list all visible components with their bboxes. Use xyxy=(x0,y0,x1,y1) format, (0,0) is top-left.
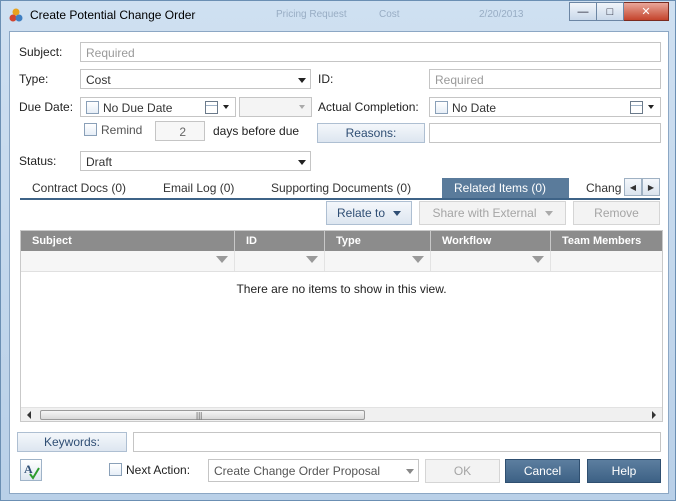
remind-label: Remind xyxy=(101,123,143,137)
actual-completion-label: Actual Completion: xyxy=(318,100,419,114)
minimize-button[interactable]: — xyxy=(569,2,597,21)
id-label: ID: xyxy=(318,72,334,86)
column-header-type[interactable]: Type xyxy=(325,231,431,251)
column-header-team-members[interactable]: Team Members xyxy=(551,231,662,251)
calendar-icon[interactable] xyxy=(630,101,643,114)
tab-scroll-left-icon[interactable]: ◀ xyxy=(624,178,642,196)
svg-text:A: A xyxy=(24,462,33,476)
due-date-label: Due Date: xyxy=(19,100,74,114)
status-value: Draft xyxy=(86,155,113,169)
related-items-grid: Subject ID Type Workflow Team Members Th… xyxy=(20,230,663,422)
filter-cell-workflow[interactable] xyxy=(431,251,551,271)
share-with-external-label: Share with External xyxy=(432,206,537,220)
window-title: Create Potential Change Order xyxy=(30,8,196,22)
filter-icon[interactable] xyxy=(216,256,228,263)
column-header-id[interactable]: ID xyxy=(235,231,325,251)
chevron-down-icon[interactable] xyxy=(648,105,654,109)
keywords-input[interactable] xyxy=(133,432,661,452)
dialog-body: Subject: Required Type: Cost ID: Require… xyxy=(9,31,669,494)
id-input[interactable]: Required xyxy=(429,69,661,89)
filter-icon[interactable] xyxy=(412,256,424,263)
spell-check-icon: A xyxy=(24,462,40,480)
due-date-value: No Due Date xyxy=(103,101,173,115)
next-action-checkbox-wrap[interactable]: Next Action: xyxy=(109,463,190,477)
close-button[interactable]: ✕ xyxy=(624,2,669,21)
actual-completion-checkbox[interactable] xyxy=(435,101,448,114)
background-text: 2/20/2013 xyxy=(479,9,524,20)
remove-button[interactable]: Remove xyxy=(573,201,660,225)
app-logo-icon xyxy=(9,8,23,22)
empty-grid-message: There are no items to show in this view. xyxy=(236,282,447,296)
subject-input[interactable]: Required xyxy=(80,42,661,62)
subject-label: Subject: xyxy=(19,45,63,59)
next-action-value: Create Change Order Proposal xyxy=(214,464,381,478)
background-text: Cost xyxy=(379,9,400,20)
horizontal-scrollbar[interactable]: ||| xyxy=(21,407,662,421)
reasons-input[interactable] xyxy=(429,123,661,143)
chevron-down-icon xyxy=(393,210,402,216)
spell-check-button[interactable]: A xyxy=(20,459,42,481)
help-button[interactable]: Help xyxy=(587,459,661,483)
type-dropdown[interactable]: Cost xyxy=(80,69,311,89)
calendar-icon[interactable] xyxy=(205,101,218,114)
remind-days-stepper[interactable]: 2 xyxy=(155,121,205,141)
relate-to-button[interactable]: Relate to xyxy=(326,201,412,225)
type-value: Cost xyxy=(86,73,111,87)
cancel-button[interactable]: Cancel xyxy=(505,459,580,483)
filter-cell-type[interactable] xyxy=(325,251,431,271)
due-time-dropdown[interactable] xyxy=(239,97,312,117)
actual-completion-picker[interactable]: No Date xyxy=(429,97,661,117)
tab-email-log[interactable]: Email Log (0) xyxy=(151,178,246,198)
filter-cell-id[interactable] xyxy=(235,251,325,271)
filter-row xyxy=(21,251,662,272)
filter-cell-subject[interactable] xyxy=(21,251,235,271)
due-date-picker[interactable]: No Due Date xyxy=(80,97,236,117)
grid-header: Subject ID Type Workflow Team Members xyxy=(21,231,662,251)
tab-supporting-documents[interactable]: Supporting Documents (0) xyxy=(259,178,423,198)
background-text: Pricing Request xyxy=(276,9,347,20)
remind-checkbox[interactable] xyxy=(84,123,97,136)
maximize-button[interactable]: □ xyxy=(597,2,624,21)
scroll-right-icon[interactable] xyxy=(652,411,656,419)
tab-scroll-right-icon[interactable]: ▶ xyxy=(642,178,660,196)
remind-suffix-label: days before due xyxy=(213,124,300,138)
chevron-down-icon xyxy=(544,210,553,216)
tab-strip: Contract Docs (0) Email Log (0) Supporti… xyxy=(20,178,660,200)
next-action-dropdown[interactable]: Create Change Order Proposal xyxy=(208,459,419,482)
column-header-workflow[interactable]: Workflow xyxy=(431,231,551,251)
chevron-down-icon xyxy=(298,78,306,83)
tab-related-items[interactable]: Related Items (0) xyxy=(442,178,569,198)
type-label: Type: xyxy=(19,72,49,86)
tab-contract-docs[interactable]: Contract Docs (0) xyxy=(20,178,138,198)
filter-cell-team-members[interactable] xyxy=(551,251,662,271)
grip-icon: ||| xyxy=(196,411,203,420)
scrollbar-thumb[interactable]: ||| xyxy=(40,410,365,420)
status-label: Status: xyxy=(19,154,57,168)
dialog-window: Create Potential Change Order Pricing Re… xyxy=(0,0,676,501)
filter-icon[interactable] xyxy=(306,256,318,263)
scroll-left-icon[interactable] xyxy=(27,411,31,419)
filter-icon[interactable] xyxy=(532,256,544,263)
keywords-button[interactable]: Keywords: xyxy=(17,432,127,452)
remind-days-value: 2 xyxy=(179,125,186,139)
chevron-down-icon[interactable] xyxy=(223,105,229,109)
ok-button[interactable]: OK xyxy=(425,459,500,483)
next-action-label: Next Action: xyxy=(126,463,191,477)
chevron-down-icon xyxy=(406,469,414,474)
reasons-button[interactable]: Reasons: xyxy=(317,123,425,143)
actual-completion-value: No Date xyxy=(452,101,497,115)
share-with-external-button[interactable]: Share with External xyxy=(419,201,566,225)
chevron-down-icon xyxy=(299,105,305,109)
next-action-checkbox[interactable] xyxy=(109,463,122,476)
chevron-down-icon xyxy=(298,160,306,165)
due-date-checkbox[interactable] xyxy=(86,101,99,114)
status-dropdown[interactable]: Draft xyxy=(80,151,311,171)
tab-change[interactable]: Chang xyxy=(574,178,626,198)
remind-checkbox-wrap[interactable]: Remind xyxy=(84,123,142,137)
column-header-subject[interactable]: Subject xyxy=(21,231,235,251)
title-bar[interactable]: Create Potential Change Order Pricing Re… xyxy=(1,1,675,29)
relate-to-label: Relate to xyxy=(336,206,386,220)
